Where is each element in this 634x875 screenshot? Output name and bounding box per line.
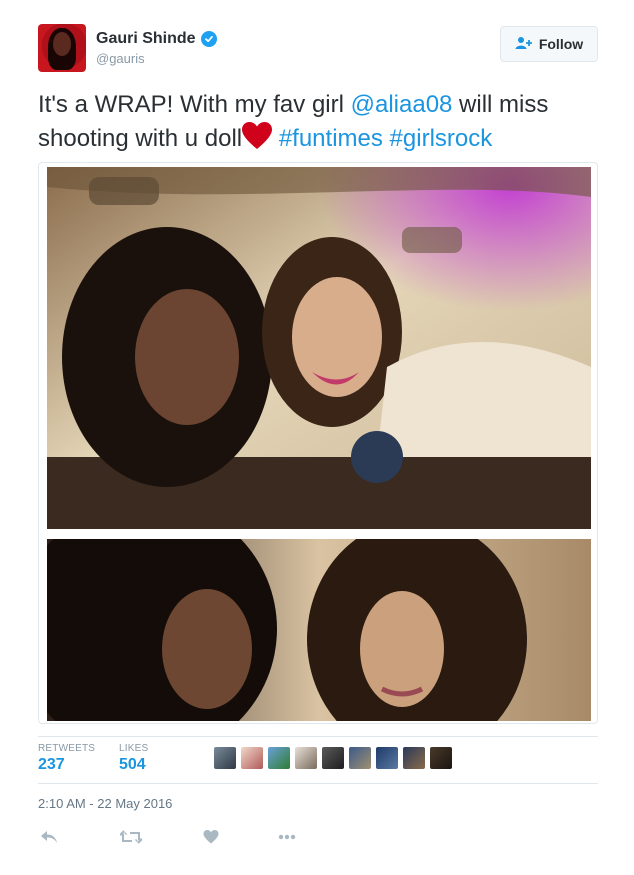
user-names: Gauri Shinde @gauris <box>96 30 217 66</box>
tweet-card: Gauri Shinde @gauris Follow It's a WRAP!… <box>0 0 634 875</box>
mention-link[interactable]: @aliaa08 <box>351 91 453 118</box>
follow-button-label: Follow <box>538 36 584 52</box>
retweets-stat[interactable]: RETWEETS 237 <box>38 743 95 774</box>
user-fullname[interactable]: Gauri Shinde <box>96 30 196 48</box>
tweet-text-part: It's a WRAP! With my fav girl <box>38 91 351 118</box>
liker-avatar[interactable] <box>349 747 371 769</box>
retweets-count[interactable]: 237 <box>38 756 95 774</box>
liker-avatar[interactable] <box>295 747 317 769</box>
liker-avatar[interactable] <box>376 747 398 769</box>
user-fullname-row[interactable]: Gauri Shinde <box>96 30 217 48</box>
avatar[interactable] <box>38 24 86 72</box>
photo-top[interactable] <box>47 167 591 529</box>
like-icon[interactable] <box>200 826 222 848</box>
follow-person-plus-icon <box>515 36 533 53</box>
tweet-media[interactable] <box>38 162 598 724</box>
likes-label: LIKES <box>119 743 149 754</box>
tweet-timestamp[interactable]: 2:10 AM - 22 May 2016 <box>38 796 172 811</box>
liker-avatar[interactable] <box>430 747 452 769</box>
tweet-text: It's a WRAP! With my fav girl @aliaa08 w… <box>38 88 608 160</box>
likers-avatars <box>214 747 452 769</box>
more-icon[interactable] <box>276 826 298 848</box>
likes-count[interactable]: 504 <box>119 756 148 774</box>
user-handle[interactable]: @gauris <box>96 51 217 66</box>
tweet-header: Gauri Shinde @gauris Follow <box>38 24 598 74</box>
liker-avatar[interactable] <box>403 747 425 769</box>
hashtag-link[interactable]: #funtimes <box>279 125 383 152</box>
liker-avatar[interactable] <box>322 747 344 769</box>
hashtag-link[interactable]: #girlsrock <box>390 125 493 152</box>
heart-emoji-icon <box>242 122 273 160</box>
avatar-face <box>53 32 71 56</box>
liker-avatar[interactable] <box>214 747 236 769</box>
retweets-label: RETWEETS <box>38 743 96 754</box>
tweet-actions <box>38 826 338 848</box>
liker-avatar[interactable] <box>241 747 263 769</box>
verified-badge-icon <box>200 31 217 47</box>
photo-bottom[interactable] <box>47 539 591 721</box>
retweet-icon[interactable] <box>120 826 142 848</box>
follow-button[interactable]: Follow <box>500 26 598 62</box>
tweet-stats: RETWEETS 237 LIKES 504 <box>38 736 598 784</box>
likes-stat[interactable]: LIKES 504 <box>119 743 148 774</box>
liker-avatar[interactable] <box>268 747 290 769</box>
reply-icon[interactable] <box>38 826 60 848</box>
